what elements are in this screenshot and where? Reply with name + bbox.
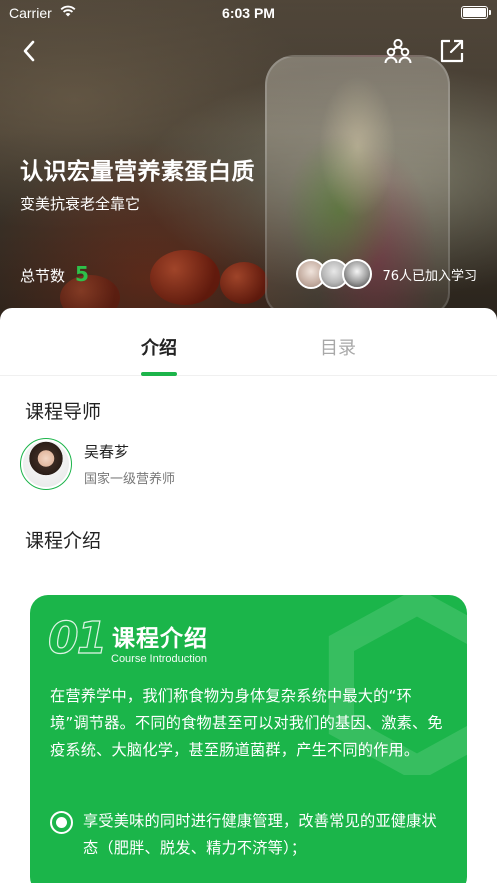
lesson-count-value: 5 [75,262,89,286]
tab-bar: 介绍 目录 [0,308,497,376]
intro-section-title: 课程介绍 [25,530,102,552]
intro-card: 01 课程介绍 Course Introduction 在营养学中，我们称食物为… [30,595,467,883]
battery-icon [461,6,491,19]
tab-indicator [141,372,177,376]
instructor-card[interactable]: 吴春芗 国家一级营养师 [20,438,175,490]
instructor-section-title: 课程导师 [25,401,102,423]
card-title: 课程介绍 [112,626,208,652]
learner-avatars [296,259,373,289]
lesson-count-label: 总节数 [20,267,66,285]
intro-bullet: 享受美味的同时进行健康管理，改善常见的亚健康状态（肥胖、脱发、精力不济等）； [50,808,450,862]
back-button[interactable] [14,36,44,66]
group-button[interactable] [382,35,414,67]
radio-bullet-icon [50,811,73,834]
learners-count-text: 76人已加入学习 [382,268,477,284]
course-subtitle: 变美抗衰老全靠它 [20,195,141,213]
status-time: 6:03 PM [222,5,275,21]
course-title: 认识宏量营养素蛋白质 [20,159,255,185]
tab-catalog[interactable]: 目录 [278,334,398,360]
tab-intro[interactable]: 介绍 [99,334,219,360]
share-button[interactable] [436,35,468,67]
card-subtitle: Course Introduction [111,653,207,665]
content-sheet: 介绍 目录 课程导师 吴春芗 国家一级营养师 课程介绍 01 课程介绍 Cour… [0,308,497,883]
lesson-count: 总节数 5 [20,262,89,286]
chevron-left-icon [23,40,35,62]
instructor-title: 国家一级营养师 [84,472,176,487]
card-number: 01 [47,612,107,664]
avatar [20,438,72,490]
intro-bullet-text: 享受美味的同时进行健康管理，改善常见的亚健康状态（肥胖、脱发、精力不济等）； [83,812,437,857]
learners-summary[interactable]: 76人已加入学习 [296,259,477,289]
group-people-icon [384,38,412,64]
share-external-icon [440,39,464,63]
intro-paragraph: 在营养学中，我们称食物为身体复杂系统中最大的“环境”调节器。不同的食物甚至可以对… [50,687,443,759]
avatar [342,259,373,289]
status-bar: Carrier 6:03 PM [0,0,497,26]
instructor-name: 吴春芗 [84,443,130,461]
